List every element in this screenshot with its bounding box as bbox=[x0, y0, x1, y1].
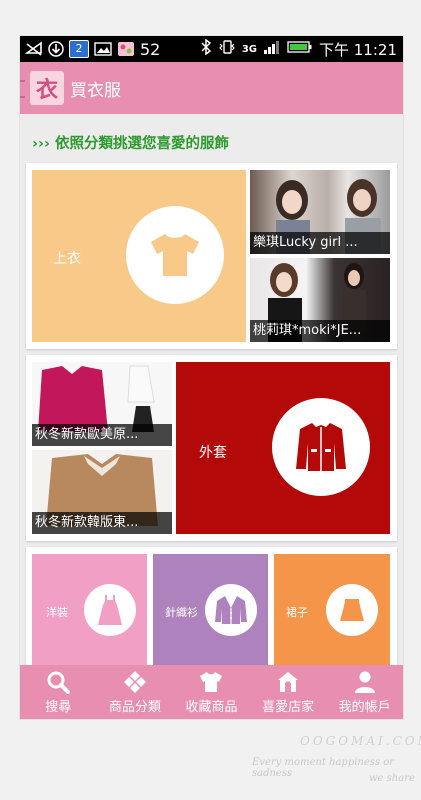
jacket-icon bbox=[272, 398, 370, 496]
skirt-icon bbox=[326, 584, 378, 636]
shop-photo-jacket-1[interactable]: 秋冬新款歐美原... bbox=[32, 362, 172, 446]
battery-icon bbox=[287, 40, 313, 58]
shirt-icon bbox=[200, 671, 223, 692]
network-type: 3G bbox=[241, 43, 257, 55]
category-tile-cardigans[interactable]: 針織衫 bbox=[153, 554, 268, 667]
nav-label: 收藏商品 bbox=[185, 699, 238, 715]
vibrate-icon bbox=[218, 39, 236, 59]
nav-favorites[interactable]: 收藏商品 bbox=[173, 665, 250, 719]
category-tile-jackets[interactable]: 外套 bbox=[176, 362, 390, 534]
logo-glyph: 衣 bbox=[35, 78, 58, 103]
nav-account[interactable]: 我的帳戶 bbox=[326, 665, 403, 719]
watermark-line2: we share bbox=[369, 773, 415, 784]
signal-strength-icon bbox=[263, 39, 281, 59]
app-logo[interactable]: 衣 bbox=[30, 71, 64, 105]
shop-caption: 秋冬新款韓版東... bbox=[32, 512, 172, 534]
battery-percent: 52 bbox=[140, 39, 161, 59]
download-icon bbox=[48, 41, 64, 57]
nav-label: 商品分類 bbox=[108, 699, 161, 715]
shop-caption: 秋冬新款歐美原... bbox=[32, 424, 172, 446]
notification-badge: 2 bbox=[69, 40, 89, 58]
nav-label: 搜尋 bbox=[45, 699, 72, 715]
nav-label: 喜愛店家 bbox=[262, 699, 315, 715]
category-row-jackets: 秋冬新款歐美原... 秋冬新款韓版東... 外套 bbox=[26, 355, 397, 541]
shop-caption: 桃莉琪*moki*JE... bbox=[250, 320, 390, 342]
nav-categories[interactable]: 商品分類 bbox=[97, 665, 174, 719]
app-thumbnail-icon bbox=[117, 41, 135, 57]
category-tile-skirts[interactable]: 裙子 bbox=[274, 554, 390, 667]
bluetooth-icon bbox=[200, 38, 212, 59]
skirts-label: 裙子 bbox=[286, 606, 308, 619]
search-icon bbox=[47, 671, 71, 694]
phone-screen: 2 52 3G 下午 11:21 衣 買衣服 ››› 依照分類挑選您喜愛的服飾 … bbox=[20, 36, 403, 719]
shop-caption: 樂琪Lucky girl ... bbox=[250, 232, 390, 254]
shop-photo-lucky-girl[interactable]: 樂琪Lucky girl ... bbox=[250, 170, 390, 254]
signal-off-icon bbox=[24, 41, 43, 57]
watermark-site: OOGOMAI.COM bbox=[300, 734, 421, 748]
jackets-label: 外套 bbox=[199, 445, 227, 461]
dresses-label: 洋裝 bbox=[46, 606, 68, 619]
cardigan-icon bbox=[205, 584, 257, 636]
category-tile-dresses[interactable]: 洋裝 bbox=[32, 554, 147, 667]
drawer-indicator[interactable] bbox=[20, 80, 25, 98]
clock: 下午 11:21 bbox=[319, 40, 397, 59]
shop-photo-moki[interactable]: 桃莉琪*moki*JE... bbox=[250, 258, 390, 342]
section-title: ››› 依照分類挑選您喜愛的服飾 bbox=[32, 136, 229, 152]
person-icon bbox=[354, 671, 375, 693]
status-bar: 2 52 3G 下午 11:21 bbox=[20, 36, 403, 62]
category-row-tops: 上衣 樂琪Lucky girl ... 桃莉琪*moki*JE... bbox=[26, 163, 397, 349]
gallery-icon bbox=[94, 41, 112, 57]
tops-label: 上衣 bbox=[53, 251, 81, 267]
nav-label: 我的帳戶 bbox=[338, 699, 391, 715]
app-title: 買衣服 bbox=[70, 80, 121, 101]
dress-icon bbox=[84, 584, 136, 636]
nav-search[interactable]: 搜尋 bbox=[20, 665, 97, 719]
bottom-navigation: 搜尋 商品分類 收藏商品 喜愛店家 我的帳戶 bbox=[20, 665, 403, 719]
cardigans-label: 針織衫 bbox=[165, 606, 198, 619]
store-icon bbox=[278, 671, 299, 692]
category-row-more: 洋裝 針織衫 裙子 bbox=[26, 547, 397, 667]
categories-icon bbox=[123, 670, 146, 693]
shop-photo-jacket-2[interactable]: 秋冬新款韓版東... bbox=[32, 450, 172, 534]
tshirt-icon bbox=[126, 206, 224, 304]
nav-stores[interactable]: 喜愛店家 bbox=[250, 665, 327, 719]
app-bar: 衣 買衣服 bbox=[20, 62, 403, 114]
category-tile-tops[interactable]: 上衣 bbox=[32, 170, 246, 342]
